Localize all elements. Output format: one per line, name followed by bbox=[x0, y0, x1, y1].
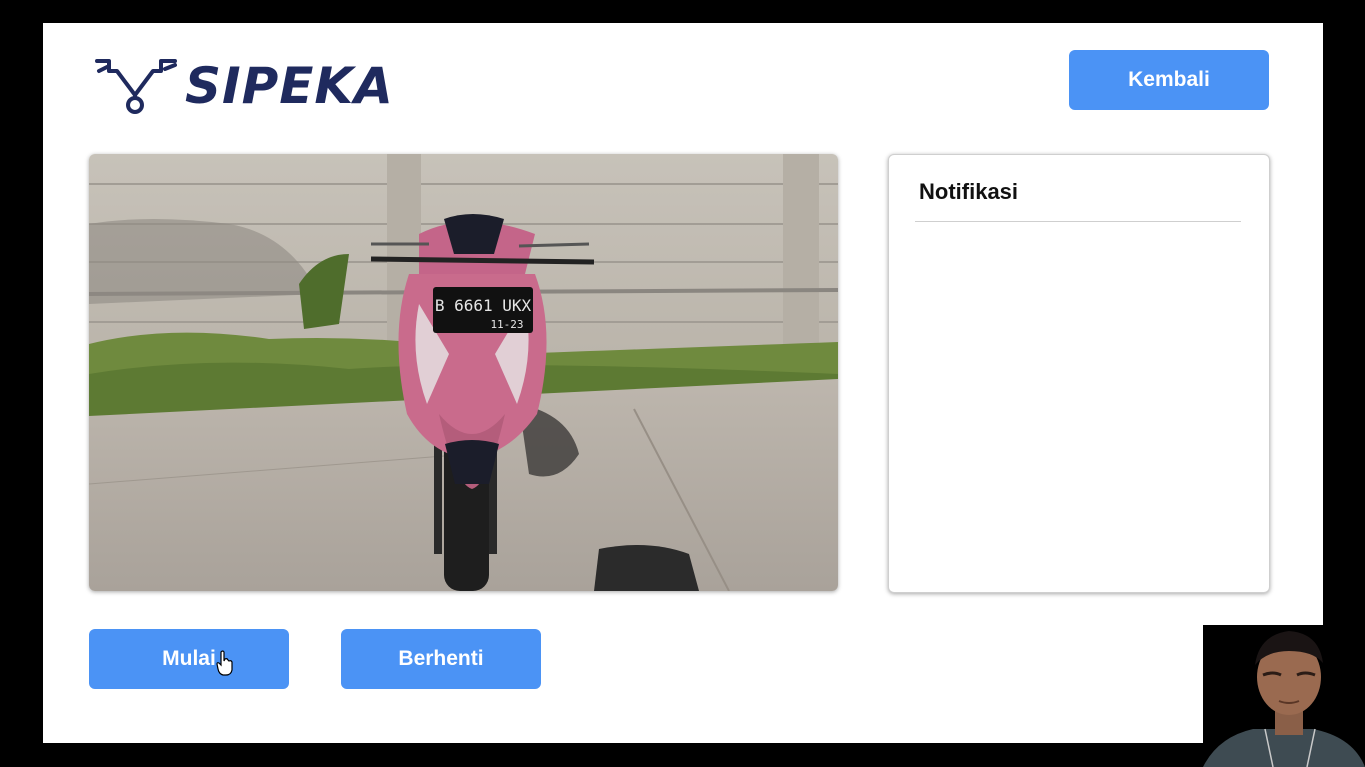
back-button[interactable]: Kembali bbox=[1069, 50, 1269, 110]
plate-number: B 6661 UKX bbox=[435, 296, 532, 315]
presenter-image bbox=[1203, 625, 1365, 767]
webcam-overlay bbox=[1203, 625, 1365, 767]
plate-expiry: 11-23 bbox=[490, 318, 523, 331]
motorcycle-handlebar-icon bbox=[95, 59, 177, 114]
logo: SIPEKA bbox=[95, 53, 394, 119]
start-button[interactable]: Mulai bbox=[89, 629, 289, 689]
logo-text: SIPEKA bbox=[185, 57, 394, 115]
notification-panel: Notifikasi bbox=[888, 154, 1270, 593]
app-window: SIPEKA Kembali B 6661 UKX 11-23 Notifika… bbox=[43, 23, 1323, 743]
notification-title: Notifikasi bbox=[919, 179, 1019, 204]
motorcycle-scene-image: B 6661 UKX 11-23 bbox=[89, 154, 838, 591]
notification-divider bbox=[915, 221, 1241, 222]
notification-list bbox=[915, 235, 1243, 572]
stop-button[interactable]: Berhenti bbox=[341, 629, 541, 689]
hand-cursor-icon bbox=[216, 650, 233, 676]
camera-feed: B 6661 UKX 11-23 bbox=[89, 154, 838, 591]
